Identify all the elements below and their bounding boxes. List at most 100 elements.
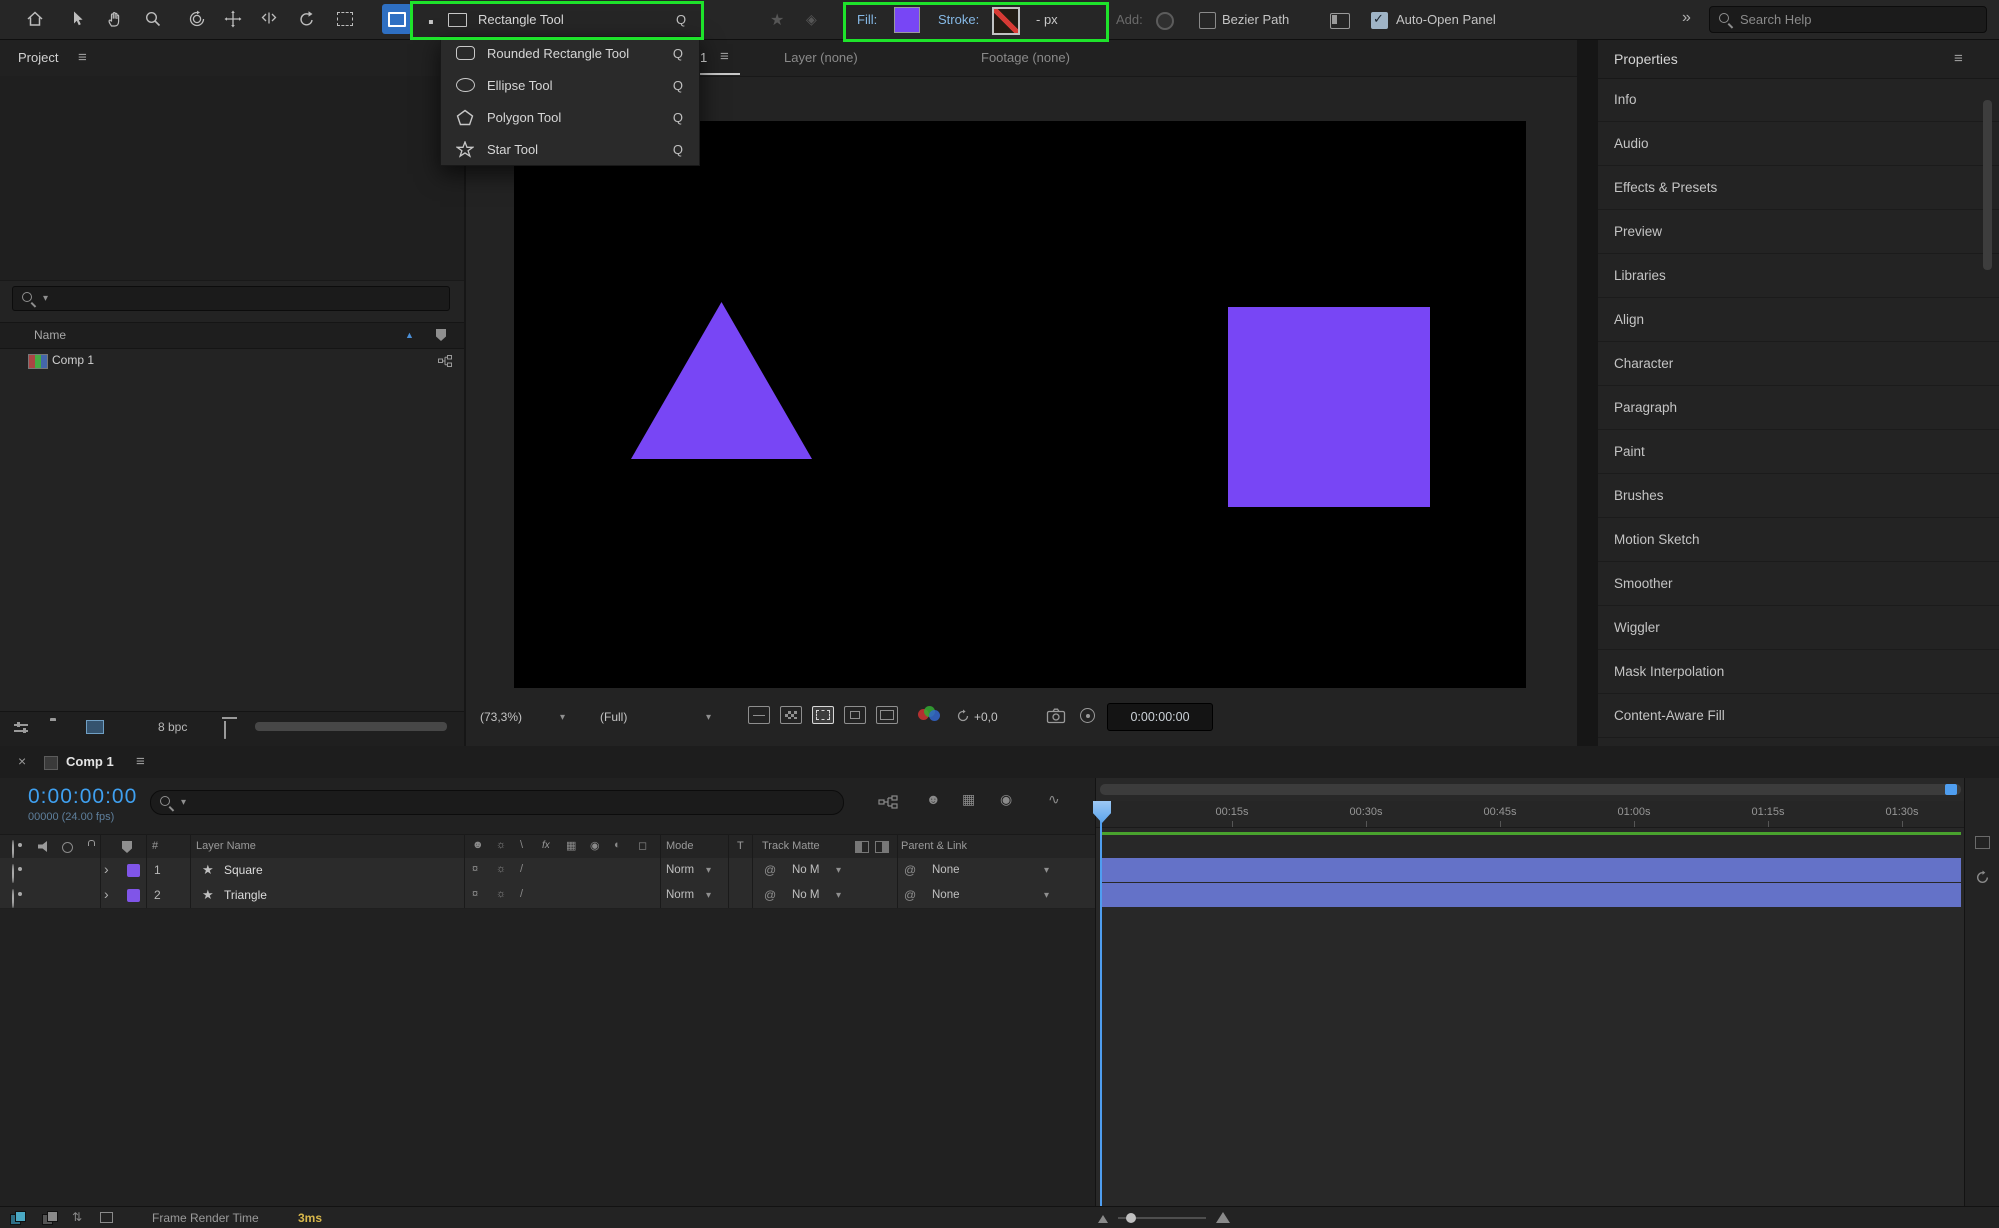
chevron-down-icon[interactable]: ▾ [1044,890,1049,901]
chevron-down-icon[interactable]: ▾ [836,865,841,876]
rasterize-switch-icon[interactable]: ☼ [496,888,506,900]
chevron-down-icon[interactable]: ▾ [706,890,711,901]
bezier-path-label[interactable]: Bezier Path [1222,12,1289,27]
properties-item-motion-sketch[interactable]: Motion Sketch [1598,518,1999,562]
properties-item-mask-interpolation[interactable]: Mask Interpolation [1598,650,1999,694]
parent-dropdown[interactable]: None [932,864,960,876]
layer-tab[interactable]: Layer (none) [784,50,858,65]
sort-ascending-icon[interactable]: ▲ [405,330,414,340]
pixel-aspect-button[interactable] [876,706,898,724]
track-matte-dropdown[interactable]: No M [792,889,819,901]
playhead-line[interactable] [1100,801,1102,1206]
project-search-input[interactable] [55,291,440,306]
triangle-shape[interactable] [631,302,812,459]
parent-dropdown[interactable]: None [932,889,960,901]
close-tab-icon[interactable]: × [18,753,26,769]
time-navigator-end-handle[interactable] [1945,784,1957,795]
header-toggle-icon-a[interactable] [855,841,869,853]
layer-duration-bar[interactable] [1100,858,1961,882]
chevron-down-icon[interactable]: ▾ [706,712,711,723]
audio-column-speaker-icon[interactable] [38,841,50,852]
quality-switch-icon[interactable]: / [520,888,523,900]
layer-name[interactable]: Triangle [224,888,267,902]
composition-marker-bin-icon[interactable] [1975,836,1990,849]
track-matte-column-header[interactable]: Track Matte [762,840,820,852]
pan-camera-tool-button[interactable] [220,6,246,32]
mode-column-header[interactable]: Mode [666,840,694,852]
rasterize-switch-icon[interactable]: ☼ [496,863,506,875]
horizontal-scrollbar[interactable] [255,722,447,731]
collapse-switch-icon[interactable]: ¤ [472,888,478,900]
properties-panel-menu-icon[interactable]: ≡ [1954,50,1963,67]
help-search-field[interactable] [1709,6,1987,33]
zoom-out-mountain-icon[interactable] [1098,1215,1108,1223]
properties-item-libraries[interactable]: Libraries [1598,254,1999,298]
bit-depth-button[interactable]: 8 bpc [158,720,187,734]
project-item-row[interactable]: Comp 1 [0,348,464,374]
label-column-icon[interactable] [122,841,132,853]
twirl-icon[interactable]: › [104,886,109,902]
channel-color-wheel-icon[interactable] [918,706,942,722]
composition-viewport[interactable] [514,121,1526,688]
layer-name-column-header[interactable]: Layer Name [196,840,256,852]
graph-editor-icon[interactable]: ∿ [1048,791,1060,808]
pan-behind-tool-button[interactable] [256,6,282,32]
time-ruler[interactable]: 0s 00:15s 00:30s 00:45s 01:00s 01:15s 01… [1096,801,1964,828]
composition-panel-menu-icon[interactable]: ≡ [720,48,729,65]
stroke-label[interactable]: Stroke: [938,12,979,27]
properties-item-brushes[interactable]: Brushes [1598,474,1999,518]
exposure-value[interactable]: +0,0 [974,710,998,724]
snapshot-camera-icon[interactable] [1046,707,1066,724]
blend-mode-dropdown[interactable]: Norm [666,864,694,876]
timeline-panel-menu-icon[interactable]: ≡ [136,753,145,770]
properties-item-smoother[interactable]: Smoother [1598,562,1999,606]
auto-open-panel-label[interactable]: Auto-Open Panel [1396,12,1496,27]
viewer-timecode-box[interactable]: 0:00:00:00 [1107,703,1213,731]
chevron-down-icon[interactable]: ▾ [1044,865,1049,876]
track-matte-dropdown[interactable]: No M [792,864,819,876]
mini-flowchart-icon[interactable] [878,795,898,809]
show-snapshot-icon[interactable] [1080,708,1095,723]
matte-pickwhip-icon[interactable]: @ [764,888,776,902]
collapse-switch-icon[interactable]: ¤ [472,863,478,875]
parent-pickwhip-icon[interactable]: @ [904,888,916,902]
bezier-path-checkbox[interactable] [1199,12,1216,29]
number-column-header[interactable]: # [152,840,158,852]
project-search-field[interactable]: ▾ [12,286,450,311]
motion-blur-toggle-icon[interactable]: ◉ [1000,791,1012,808]
stroke-color-swatch[interactable] [992,7,1020,35]
parent-pickwhip-icon[interactable]: @ [904,863,916,877]
project-item-name[interactable]: Comp 1 [52,353,94,367]
toggle-inout-pane-icon[interactable]: ⇅ [72,1210,82,1224]
magnification-dropdown[interactable]: (73,3%) [480,710,522,724]
chevron-down-icon[interactable]: ▾ [706,865,711,876]
trash-icon[interactable] [224,721,226,739]
properties-item-effects-presets[interactable]: Effects & Presets [1598,166,1999,210]
square-shape[interactable] [1228,307,1430,507]
layer-visibility-eye-icon[interactable] [12,864,14,883]
chevron-down-icon[interactable]: ▾ [836,890,841,901]
home-button[interactable] [22,6,48,32]
timeline-search-field[interactable]: ▾ [150,790,844,815]
mask-outline-button[interactable] [812,706,834,724]
new-composition-icon[interactable] [86,720,104,734]
resolution-dropdown[interactable]: (Full) [600,710,627,724]
properties-item-info[interactable]: Info [1598,78,1999,122]
timeline-zoom-slider-knob[interactable] [1126,1213,1136,1223]
properties-scrollbar[interactable] [1983,100,1992,270]
project-tab[interactable]: Project [18,50,58,65]
rectangle-tool-button[interactable] [382,4,412,34]
zoom-tool-button[interactable] [140,6,166,32]
name-column-header[interactable]: Name [34,328,66,342]
shy-toggle-icon[interactable]: ☻ [926,791,941,807]
camera-region-tool-button[interactable] [332,6,358,32]
help-search-input[interactable] [1740,12,1977,27]
menu-item-rounded-rectangle-tool[interactable]: Rounded Rectangle Tool Q [441,37,699,69]
auto-open-panel-checkbox[interactable]: ✓ [1371,12,1388,29]
view-layout-button[interactable] [844,706,866,724]
blend-mode-dropdown[interactable]: Norm [666,889,694,901]
twirl-icon[interactable]: › [104,861,109,877]
matte-pickwhip-icon[interactable]: @ [764,863,776,877]
fill-label[interactable]: Fill: [857,12,877,27]
layer-color-chip[interactable] [127,889,140,902]
